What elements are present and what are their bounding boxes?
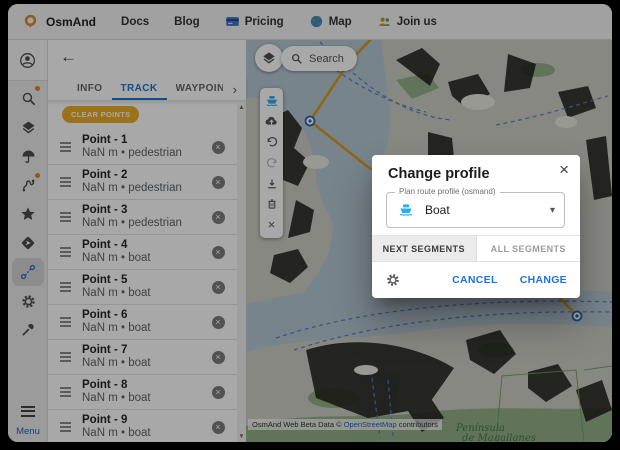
- dialog-title: Change profile: [388, 166, 490, 182]
- dialog-close-icon[interactable]: ×: [559, 160, 569, 180]
- profile-select[interactable]: Plan route profile (osmand) Boat ▾: [386, 192, 565, 228]
- segments-toggle: NEXT SEGMENTS ALL SEGMENTS: [372, 235, 580, 262]
- boat-profile-icon: [397, 201, 415, 219]
- profile-settings-button[interactable]: [385, 272, 401, 288]
- cancel-button[interactable]: CANCEL: [452, 274, 498, 286]
- change-profile-dialog: Change profile × Plan route profile (osm…: [372, 155, 580, 298]
- all-segments-button[interactable]: ALL SEGMENTS: [477, 236, 581, 261]
- next-segments-button[interactable]: NEXT SEGMENTS: [372, 236, 477, 261]
- change-button[interactable]: CHANGE: [520, 274, 567, 286]
- profile-select-label: Plan route profile (osmand): [395, 187, 500, 196]
- profile-select-value: Boat: [425, 203, 450, 217]
- chevron-down-icon: ▾: [550, 205, 555, 216]
- app-window: OsmAnd Docs Blog Pricing Map Join us: [8, 4, 612, 442]
- settings-gear-icon: [385, 272, 401, 288]
- dialog-actions: CANCEL CHANGE: [372, 262, 580, 298]
